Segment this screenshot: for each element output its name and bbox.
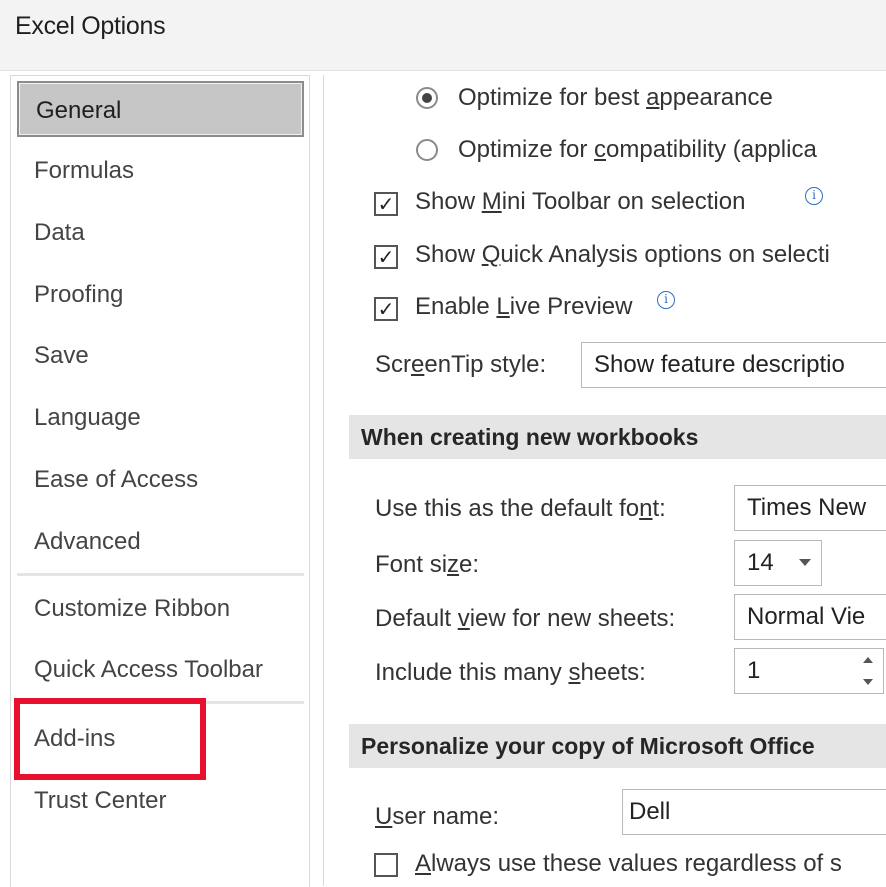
- personalize-section-heading: Personalize your copy of Microsoft Offic…: [349, 724, 886, 768]
- optimize-compatibility-label: Optimize for compatibility (applica: [458, 136, 817, 163]
- font-size-dropdown[interactable]: 14: [734, 540, 822, 586]
- quick-analysis-label: Show Quick Analysis options on selecti: [415, 241, 830, 268]
- sheets-count-label: Include this many sheets:: [375, 659, 646, 686]
- screentip-style-dropdown[interactable]: Show feature descriptio: [581, 342, 886, 388]
- spinner-arrows-icon[interactable]: [863, 657, 873, 685]
- optimize-best-appearance-radio[interactable]: [416, 87, 438, 109]
- sidebar-item-advanced[interactable]: Advanced: [17, 514, 304, 570]
- default-view-dropdown[interactable]: Normal Vie: [734, 594, 886, 640]
- sidebar-item-general[interactable]: General: [17, 81, 304, 137]
- mini-toolbar-checkbox[interactable]: ✓: [374, 192, 398, 216]
- chevron-down-icon: [799, 559, 811, 566]
- sidebar-item-trust-center[interactable]: Trust Center: [17, 773, 304, 829]
- always-use-values-label: Always use these values regardless of s: [415, 850, 842, 877]
- info-icon[interactable]: i: [657, 291, 675, 309]
- user-name-label: User name:: [375, 803, 500, 830]
- sheets-count-spinner[interactable]: 1: [734, 648, 884, 694]
- default-font-label: Use this as the default font:: [375, 495, 666, 522]
- sidebar-item-ease-of-access[interactable]: Ease of Access: [17, 452, 304, 508]
- optimize-best-appearance-label: Optimize for best appearance: [458, 84, 773, 111]
- live-preview-label: Enable Live Preview: [415, 293, 633, 320]
- sidebar-item-customize-ribbon[interactable]: Customize Ribbon: [17, 581, 304, 637]
- sidebar-item-language[interactable]: Language: [17, 390, 304, 446]
- user-name-input[interactable]: Dell: [622, 789, 886, 835]
- sidebar-item-save[interactable]: Save: [17, 328, 304, 384]
- optimize-compatibility-radio[interactable]: [416, 139, 438, 161]
- sidebar-item-proofing[interactable]: Proofing: [17, 267, 304, 323]
- info-icon[interactable]: i: [805, 187, 823, 205]
- sidebar-item-formulas[interactable]: Formulas: [17, 143, 304, 199]
- options-content-panel: Optimize for best appearance Optimize fo…: [323, 75, 886, 886]
- title-bar: Excel Options: [0, 0, 886, 71]
- add-ins-highlight-box: [14, 698, 206, 780]
- sidebar-item-data[interactable]: Data: [17, 205, 304, 261]
- default-font-dropdown[interactable]: Times New: [734, 485, 886, 531]
- window-title: Excel Options: [15, 12, 166, 40]
- font-size-label: Font size:: [375, 551, 480, 578]
- mini-toolbar-label: Show Mini Toolbar on selection: [415, 188, 746, 215]
- font-size-value: 14: [747, 549, 774, 576]
- screentip-style-label: ScreenTip style:: [375, 351, 547, 378]
- live-preview-checkbox[interactable]: ✓: [374, 297, 398, 321]
- default-view-label: Default view for new sheets:: [375, 605, 676, 632]
- always-use-values-checkbox[interactable]: [374, 853, 398, 877]
- sidebar-item-quick-access-toolbar[interactable]: Quick Access Toolbar: [17, 642, 304, 698]
- sheets-count-value: 1: [747, 657, 761, 684]
- sidebar-separator: [17, 573, 304, 576]
- new-workbooks-section-heading: When creating new workbooks: [349, 415, 886, 459]
- quick-analysis-checkbox[interactable]: ✓: [374, 245, 398, 269]
